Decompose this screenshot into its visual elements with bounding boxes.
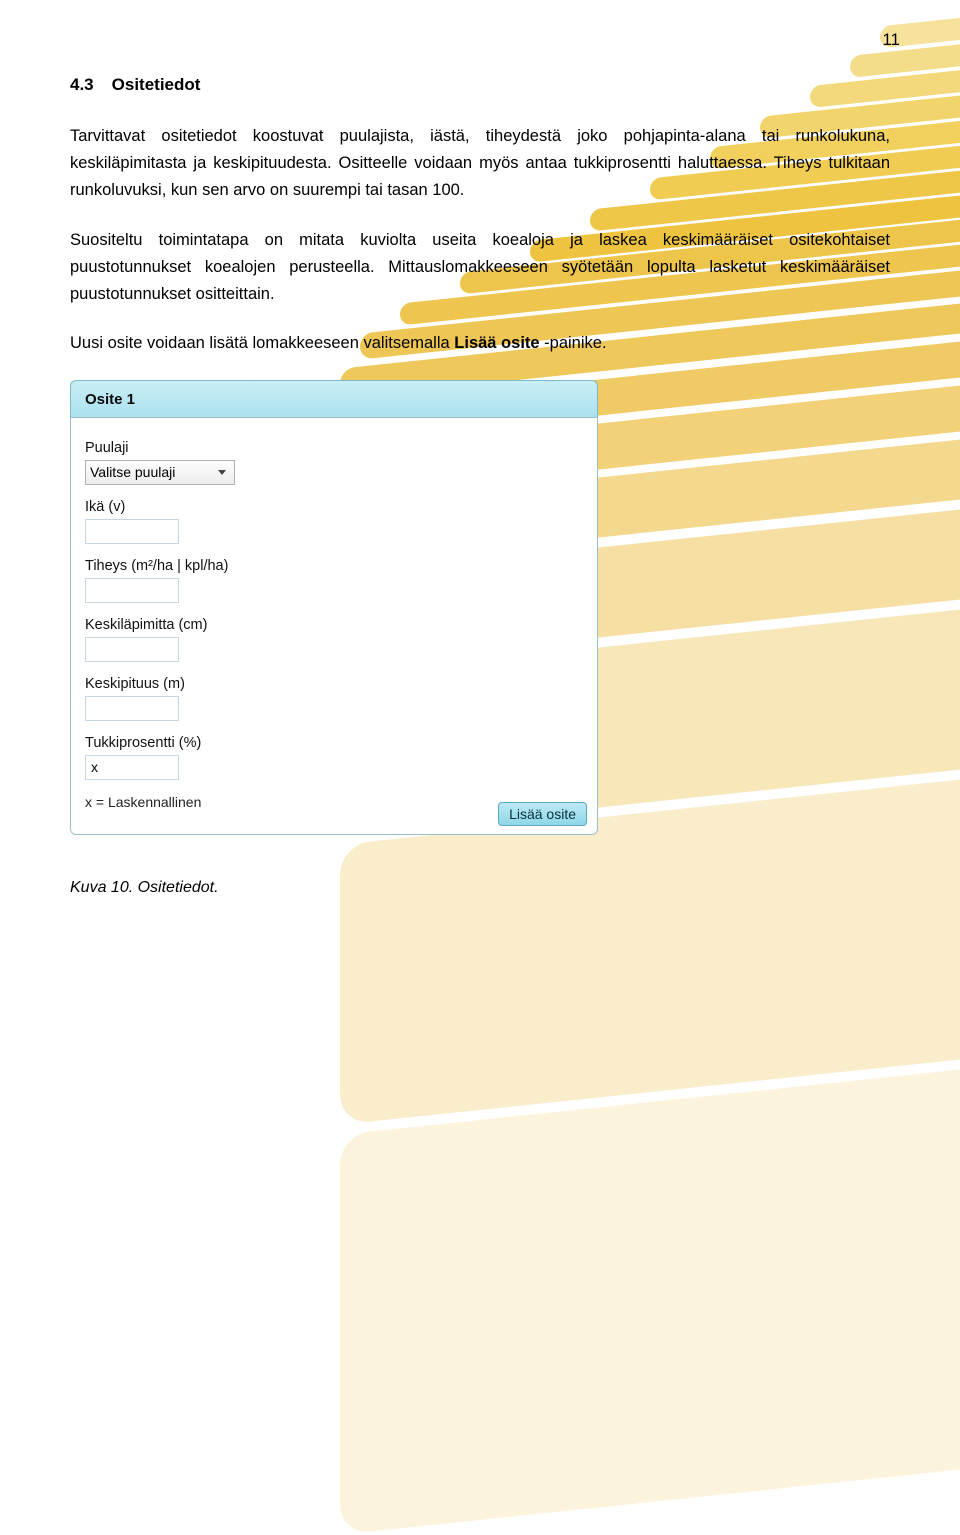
heading-title: Ositetiedot [112,75,201,94]
input-tiheys[interactable] [85,578,179,603]
input-ika[interactable] [85,519,179,544]
chevron-down-icon [218,470,226,475]
figure-caption: Kuva 10. Ositetiedot. [70,879,890,897]
paragraph-2: Suositeltu toimintatapa on mitata kuviol… [70,227,890,309]
section-heading: 4.3 Ositetiedot [70,75,890,95]
select-puulaji[interactable]: Valitse puulaji [85,460,235,485]
heading-number: 4.3 [70,75,94,95]
tab-osite-1[interactable]: Osite 1 [70,380,598,418]
paragraph-3: Uusi osite voidaan lisätä lomakkeeseen v… [70,330,890,357]
label-keskipituus: Keskipituus (m) [85,676,583,692]
osite-form: Osite 1 Puulaji Valitse puulaji Ikä (v) … [70,380,598,835]
form-panel: Puulaji Valitse puulaji Ikä (v) Tiheys (… [70,417,598,835]
add-osite-button[interactable]: Lisää osite [498,802,587,826]
label-puulaji: Puulaji [85,440,583,456]
paragraph-1: Tarvittavat ositetiedot koostuvat puulaj… [70,123,890,205]
input-tukkiprosentti[interactable]: x [85,755,179,780]
input-keskilapimitta[interactable] [85,637,179,662]
label-tukkiprosentti: Tukkiprosentti (%) [85,735,583,751]
input-keskipituus[interactable] [85,696,179,721]
label-tiheys: Tiheys (m²/ha | kpl/ha) [85,558,583,574]
label-ika: Ikä (v) [85,499,583,515]
select-puulaji-value: Valitse puulaji [90,464,175,480]
label-keskilapimitta: Keskiläpimitta (cm) [85,617,583,633]
